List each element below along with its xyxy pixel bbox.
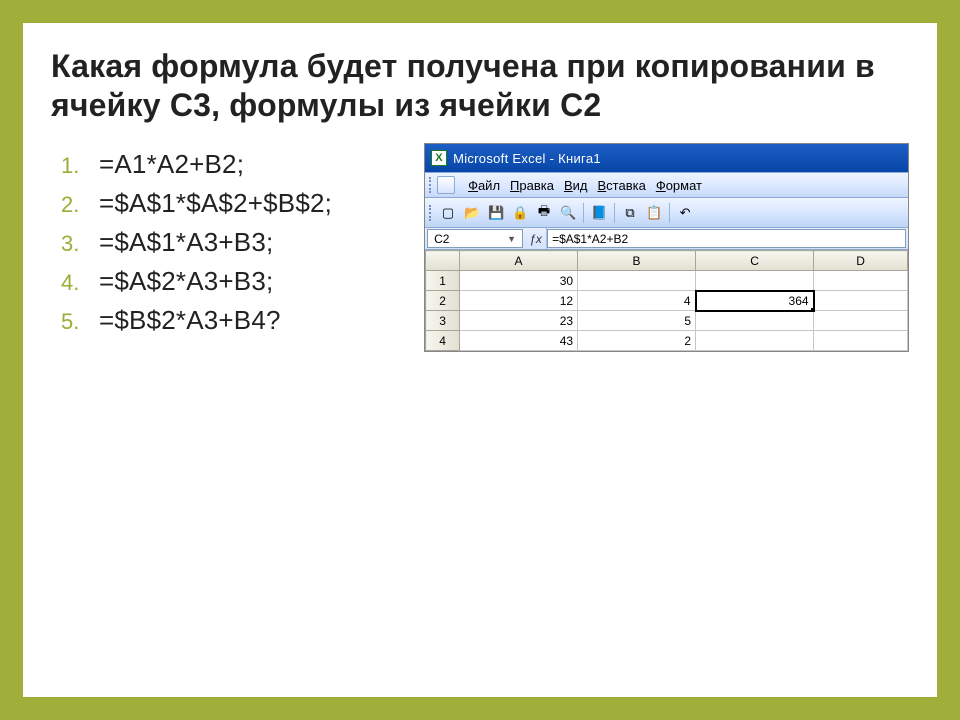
cell[interactable]: 43 xyxy=(460,331,578,351)
table-row: 3235 xyxy=(426,311,908,331)
answer-option: 1.=A1*A2+B2; xyxy=(55,149,424,180)
answer-option: 3.=$A$1*A3+B3; xyxy=(55,227,424,258)
column-header[interactable]: D xyxy=(814,251,908,271)
answer-number: 4. xyxy=(55,270,99,296)
answer-text: =$A$2*A3+B3; xyxy=(99,266,273,297)
menu-item[interactable]: Вставка xyxy=(592,176,650,195)
cell[interactable] xyxy=(814,311,908,331)
excel-menubar: ФайлПравкаВидВставкаФормат xyxy=(425,172,908,198)
row-header[interactable]: 4 xyxy=(426,331,460,351)
answer-list: 1.=A1*A2+B2;2.=$A$1*$A$2+$B$2;3.=$A$1*A3… xyxy=(51,143,424,352)
menu-item[interactable]: Правка xyxy=(505,176,559,195)
formula-value: =$A$1*A2+B2 xyxy=(552,232,628,246)
table-row: 4432 xyxy=(426,331,908,351)
slide: Какая формула будет получена при копиров… xyxy=(23,23,937,697)
column-header[interactable]: B xyxy=(578,251,696,271)
table-row: 130 xyxy=(426,271,908,291)
table-row: 2124364 xyxy=(426,291,908,311)
cell[interactable] xyxy=(814,331,908,351)
row-header[interactable]: 2 xyxy=(426,291,460,311)
answer-number: 1. xyxy=(55,153,99,179)
open-icon[interactable]: 📂 xyxy=(461,202,483,224)
answer-text: =$B$2*A3+B4? xyxy=(99,305,281,336)
cell[interactable]: 364 xyxy=(696,291,814,311)
cell[interactable] xyxy=(696,331,814,351)
perm-icon[interactable]: 🔒 xyxy=(509,202,531,224)
toolbar-separator xyxy=(669,203,670,223)
cell[interactable] xyxy=(696,311,814,331)
cell[interactable]: 4 xyxy=(578,291,696,311)
research-icon[interactable]: 📘 xyxy=(588,202,610,224)
excel-toolbar: ▢📂💾🔒🖶🔍 📘 ⧉📋 ↶ xyxy=(425,198,908,228)
column-header[interactable]: C xyxy=(696,251,814,271)
cell[interactable] xyxy=(814,271,908,291)
cell[interactable]: 23 xyxy=(460,311,578,331)
toolbar-separator xyxy=(614,203,615,223)
cell[interactable]: 2 xyxy=(578,331,696,351)
cell[interactable] xyxy=(578,271,696,291)
row-header[interactable]: 3 xyxy=(426,311,460,331)
row-header[interactable]: 1 xyxy=(426,271,460,291)
name-box-value: C2 xyxy=(434,232,449,246)
save-icon[interactable]: 💾 xyxy=(485,202,507,224)
paste-icon[interactable]: 📋 xyxy=(643,202,665,224)
excel-grid: ABCD 130212436432354432 xyxy=(425,250,908,351)
answer-number: 3. xyxy=(55,231,99,257)
toolbar-grip-icon xyxy=(429,177,433,193)
undo-icon[interactable]: ↶ xyxy=(674,202,696,224)
cell[interactable]: 5 xyxy=(578,311,696,331)
answer-number: 2. xyxy=(55,192,99,218)
answer-text: =$A$1*$A$2+$B$2; xyxy=(99,188,332,219)
question-heading: Какая формула будет получена при копиров… xyxy=(51,47,909,125)
cell[interactable] xyxy=(696,271,814,291)
preview-icon[interactable]: 🔍 xyxy=(557,202,579,224)
answer-text: =$A$1*A3+B3; xyxy=(99,227,273,258)
new-icon[interactable]: ▢ xyxy=(437,202,459,224)
answer-number: 5. xyxy=(55,309,99,335)
print-icon[interactable]: 🖶 xyxy=(533,202,555,224)
column-header[interactable]: A xyxy=(460,251,578,271)
toolbar-grip-icon xyxy=(429,205,433,221)
cell[interactable]: 12 xyxy=(460,291,578,311)
copy-icon[interactable]: ⧉ xyxy=(619,202,641,224)
content-row: 1.=A1*A2+B2;2.=$A$1*$A$2+$B$2;3.=$A$1*A3… xyxy=(51,143,909,352)
excel-formula-bar: C2 ▼ ƒx =$A$1*A2+B2 xyxy=(425,228,908,250)
dropdown-icon[interactable]: ▼ xyxy=(507,234,516,244)
answer-option: 2.=$A$1*$A$2+$B$2; xyxy=(55,188,424,219)
answer-option: 5.=$B$2*A3+B4? xyxy=(55,305,424,336)
excel-title: Microsoft Excel - Книга1 xyxy=(453,151,601,166)
name-box[interactable]: C2 ▼ xyxy=(427,229,523,248)
toolbar-separator xyxy=(583,203,584,223)
menu-item[interactable]: Формат xyxy=(651,176,707,195)
fx-icon[interactable]: ƒx xyxy=(525,228,547,249)
cell[interactable] xyxy=(814,291,908,311)
select-all-corner[interactable] xyxy=(426,251,460,271)
excel-logo-icon: X xyxy=(431,150,447,166)
formula-input[interactable]: =$A$1*A2+B2 xyxy=(547,229,906,248)
excel-titlebar: X Microsoft Excel - Книга1 xyxy=(425,144,908,172)
menu-item[interactable]: Вид xyxy=(559,176,593,195)
excel-screenshot: X Microsoft Excel - Книга1 ФайлПравкаВид… xyxy=(424,143,909,352)
answer-option: 4.=$A$2*A3+B3; xyxy=(55,266,424,297)
excel-system-icon xyxy=(437,176,455,194)
spreadsheet-table: ABCD 130212436432354432 xyxy=(425,250,908,351)
menu-item[interactable]: Файл xyxy=(463,176,505,195)
cell[interactable]: 30 xyxy=(460,271,578,291)
answer-text: =A1*A2+B2; xyxy=(99,149,244,180)
